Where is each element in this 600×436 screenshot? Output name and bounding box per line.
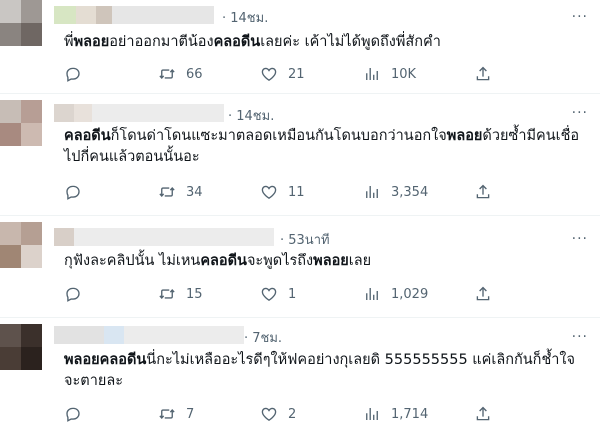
share-icon	[476, 286, 490, 301]
retweet-icon	[159, 289, 175, 299]
retweets-count: 34	[186, 184, 203, 200]
tweet-text-segment: ก็โดนด่าโดนแซะมาตลอดเหมือนกันโดนบอกว่านอ…	[110, 128, 447, 144]
tweet-text: พี่พลอยอย่าออกมาตีน้องคลอดีนเลยค่ะ เค้าไ…	[64, 32, 580, 53]
views-count: 1,029	[391, 286, 429, 302]
retweet-button[interactable]: 66	[158, 64, 203, 84]
like-button[interactable]: 21	[260, 64, 305, 84]
avatar[interactable]	[0, 222, 42, 268]
retweet-button[interactable]: 7	[158, 404, 194, 424]
views-button[interactable]: 1,714	[363, 404, 428, 424]
retweets-count: 66	[186, 66, 203, 82]
reply-icon	[66, 407, 80, 422]
retweets-count: 7	[186, 406, 195, 422]
share-icon	[476, 406, 490, 421]
tweet-text-bold: คลอดีน	[99, 352, 147, 368]
more-options-icon[interactable]: ···	[572, 330, 588, 344]
like-icon	[261, 287, 277, 301]
views-icon	[366, 288, 378, 300]
like-button[interactable]: 2	[260, 404, 296, 424]
retweet-button[interactable]: 15	[158, 284, 203, 304]
username-blurred[interactable]	[54, 228, 274, 246]
tweet-text-bold: คลอดีน	[200, 253, 247, 269]
tweet-text-bold: พลอย	[446, 128, 483, 144]
more-options-icon[interactable]: ···	[572, 10, 588, 24]
likes-count: 1	[288, 286, 297, 302]
avatar[interactable]	[0, 100, 42, 146]
views-count: 10K	[391, 66, 417, 82]
retweets-count: 15	[186, 286, 203, 302]
share-button[interactable]	[474, 284, 492, 304]
reply-button[interactable]	[64, 284, 82, 304]
tweet-text-segment: จะพูดไรถึง	[246, 253, 314, 269]
like-button[interactable]: 1	[260, 284, 296, 304]
like-icon	[261, 407, 277, 421]
more-options-icon[interactable]: ···	[572, 232, 588, 246]
share-icon	[476, 66, 490, 81]
views-button[interactable]: 1,029	[363, 284, 428, 304]
more-options-icon[interactable]: ···	[572, 106, 588, 120]
like-icon	[261, 67, 277, 81]
share-button[interactable]	[474, 64, 492, 84]
reply-button[interactable]	[64, 404, 82, 424]
tweet-actions: 66 21 10K	[64, 64, 580, 84]
likes-count: 21	[288, 66, 305, 82]
likes-count: 2	[288, 406, 297, 422]
avatar[interactable]	[0, 324, 42, 370]
likes-count: 11	[288, 184, 305, 200]
username-blurred[interactable]	[54, 104, 224, 122]
views-button[interactable]: 10K	[363, 64, 416, 84]
views-count: 1,714	[391, 406, 429, 422]
views-icon	[366, 408, 378, 420]
tweet-actions: 15 1 1,029	[64, 284, 580, 304]
reply-icon	[66, 287, 80, 302]
tweet-time[interactable]: · 14ชม.	[222, 7, 268, 28]
tweet-time[interactable]: · 53นาที	[280, 229, 330, 250]
tweet-actions: 7 2 1,714	[64, 404, 580, 424]
retweet-icon	[159, 69, 175, 79]
tweet-text-bold: พลอย	[313, 253, 349, 269]
share-icon	[476, 184, 490, 199]
reply-icon	[66, 67, 80, 82]
like-button[interactable]: 11	[260, 182, 305, 202]
views-icon	[366, 68, 378, 80]
tweet-text-segment: อย่าออกมาตีน้อง	[109, 34, 214, 50]
tweet[interactable]: · 53นาที ··· กุฟังละคลิปนั้น ไม่เหนคลอดี…	[0, 216, 600, 318]
tweet[interactable]: · 7ชม. ··· พลอยคลอดีนนี่กะไม่เหลืออะไรดี…	[0, 318, 600, 436]
tweet-text-segment: พี่	[64, 34, 74, 50]
tweet-text: พลอยคลอดีนนี่กะไม่เหลืออะไรดีๆให้ฟคอย่าง…	[64, 350, 580, 392]
tweet-text: คลอดีนก็โดนด่าโดนแซะมาตลอดเหมือนกันโดนบอ…	[64, 126, 580, 168]
tweet-text-segment: เลย	[348, 253, 372, 269]
tweet-text-bold: คลอดีน	[64, 128, 111, 144]
reply-button[interactable]	[64, 182, 82, 202]
retweet-icon	[159, 409, 175, 419]
views-icon	[366, 186, 378, 198]
tweet-actions: 34 11 3,354	[64, 182, 580, 202]
avatar[interactable]	[0, 0, 42, 46]
reply-button[interactable]	[64, 64, 82, 84]
tweet[interactable]: · 14ชม. ··· พี่พลอยอย่าออกมาตีน้องคลอดีน…	[0, 0, 600, 94]
tweet-text-bold: คลอดีน	[213, 34, 261, 50]
share-button[interactable]	[474, 182, 492, 202]
retweet-icon	[159, 187, 175, 197]
tweet[interactable]: · 14ชม. ··· คลอดีนก็โดนด่าโดนแซะมาตลอดเห…	[0, 94, 600, 216]
tweet-text: กุฟังละคลิปนั้น ไม่เหนคลอดีนจะพูดไรถึงพล…	[64, 251, 580, 272]
tweet-text-segment: เลยค่ะ เค้าไม่ได้พูดถึงพี่สักคำ	[260, 34, 441, 50]
username-blurred[interactable]	[54, 6, 214, 24]
retweet-button[interactable]: 34	[158, 182, 203, 202]
username-blurred[interactable]	[54, 326, 244, 344]
views-count: 3,354	[391, 184, 429, 200]
tweet-text-bold: พลอย	[73, 34, 110, 50]
tweet-time[interactable]: · 7ชม.	[244, 327, 282, 348]
tweet-time[interactable]: · 14ชม.	[228, 105, 274, 126]
like-icon	[261, 185, 277, 199]
views-button[interactable]: 3,354	[363, 182, 428, 202]
tweet-text-bold: พลอย	[64, 352, 100, 368]
tweet-text-segment: กุฟังละคลิปนั้น ไม่เหน	[64, 253, 201, 269]
reply-icon	[66, 185, 80, 200]
share-button[interactable]	[474, 404, 492, 424]
